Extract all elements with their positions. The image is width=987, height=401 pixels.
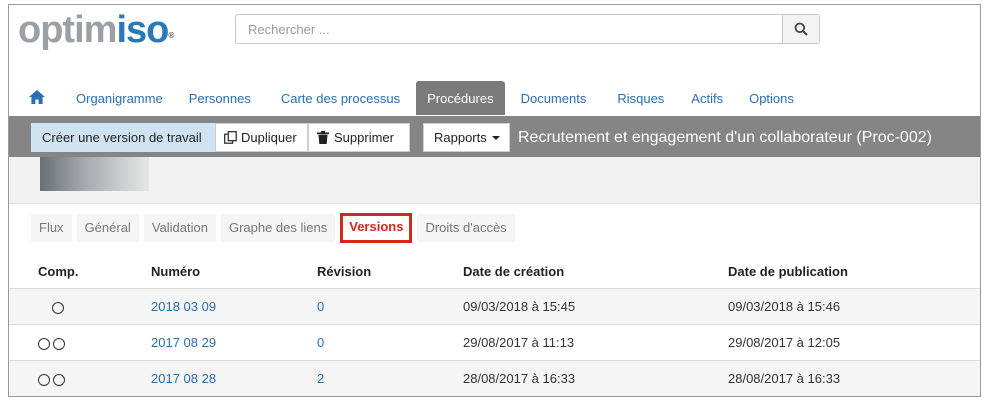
column-header-comp[interactable]: Comp.: [9, 255, 151, 289]
table-row: 2017 08 29 0 29/08/2017 à 11:13 29/08/20…: [9, 324, 980, 361]
nav-procedures[interactable]: Procédures: [416, 81, 505, 115]
compare-radio-to[interactable]: [53, 337, 65, 350]
procedure-image: [40, 157, 149, 191]
tab-graphe-des-liens[interactable]: Graphe des liens: [220, 214, 336, 242]
version-number-link[interactable]: 2018 03 09: [151, 299, 216, 314]
delete-label: Supprimer: [334, 130, 394, 145]
tab-validation[interactable]: Validation: [143, 214, 216, 242]
creation-date: 09/03/2018 à 15:45: [463, 288, 728, 325]
app-frame: optimiso® Organigramme Personnes Carte d…: [8, 4, 981, 397]
version-number-link[interactable]: 2017 08 28: [151, 371, 216, 386]
reports-dropdown[interactable]: Rapports: [423, 123, 510, 152]
nav-options[interactable]: Options: [738, 81, 805, 115]
optimiso-logo[interactable]: optimiso®: [18, 9, 174, 51]
search-icon: [794, 22, 808, 36]
create-work-version-label: Créer une version de travail: [42, 130, 202, 145]
versions-table: Comp. Numéro Révision Date de création D…: [9, 255, 980, 396]
compare-cell: [9, 288, 151, 325]
procedure-tabs: Flux Général Validation Graphe des liens…: [31, 213, 520, 244]
creation-date: 29/08/2017 à 11:13: [463, 324, 728, 361]
compare-cell: [9, 360, 151, 396]
tab-flux[interactable]: Flux: [31, 214, 72, 242]
column-header-numero[interactable]: Numéro: [151, 255, 317, 289]
trash-icon: [317, 131, 329, 144]
column-header-date-publication[interactable]: Date de publication: [728, 255, 980, 289]
procedure-banner: [9, 157, 980, 204]
search-input[interactable]: [236, 15, 782, 43]
tab-versions[interactable]: Versions: [340, 213, 413, 243]
duplicate-label: Dupliquer: [241, 130, 297, 145]
nav-actifs[interactable]: Actifs: [680, 81, 734, 115]
compare-radio-to[interactable]: [53, 373, 65, 386]
revision-link[interactable]: 2: [317, 371, 324, 386]
nav-personnes[interactable]: Personnes: [178, 81, 262, 115]
compare-radio-from[interactable]: [38, 337, 50, 350]
table-row: 2018 03 09 0 09/03/2018 à 15:45 09/03/20…: [9, 288, 980, 325]
logo-registered: ®: [168, 31, 174, 40]
procedure-title: Recrutement et engagement d'un collabora…: [518, 129, 932, 146]
compare-cell: [9, 324, 151, 361]
nav-organigramme[interactable]: Organigramme: [65, 81, 174, 115]
create-work-version-button[interactable]: Créer une version de travail: [31, 123, 215, 152]
duplicate-button[interactable]: Dupliquer: [215, 123, 308, 152]
procedure-toolbar: Créer une version de travail Dupliquer S…: [9, 116, 980, 157]
nav-carte-des-processus[interactable]: Carte des processus: [270, 81, 411, 115]
duplicate-icon: [224, 131, 237, 144]
publication-date: 28/08/2017 à 16:33: [728, 360, 980, 396]
main-nav: Organigramme Personnes Carte des process…: [9, 81, 980, 115]
search-button[interactable]: [782, 15, 819, 43]
tab-general[interactable]: Général: [76, 214, 139, 242]
tab-droits-d-acces[interactable]: Droits d'accès: [417, 214, 515, 242]
logo-text-iso: iso: [116, 9, 169, 51]
creation-date: 28/08/2017 à 16:33: [463, 360, 728, 396]
nav-risques[interactable]: Risques: [606, 81, 675, 115]
table-row: 2017 08 28 2 28/08/2017 à 16:33 28/08/20…: [9, 360, 980, 396]
nav-documents[interactable]: Documents: [510, 81, 598, 115]
compare-radio[interactable]: [52, 301, 64, 314]
delete-button[interactable]: Supprimer: [308, 123, 410, 152]
nav-home[interactable]: [9, 81, 65, 115]
reports-label: Rapports: [434, 130, 487, 145]
search-bar: [235, 14, 820, 44]
version-number-link[interactable]: 2017 08 29: [151, 335, 216, 350]
publication-date: 09/03/2018 à 15:46: [728, 288, 980, 325]
home-icon: [29, 90, 45, 104]
logo-text-optim: optim: [18, 9, 117, 51]
caret-down-icon: [491, 135, 500, 140]
revision-link[interactable]: 0: [317, 335, 324, 350]
publication-date: 29/08/2017 à 12:05: [728, 324, 980, 361]
compare-radio-from[interactable]: [38, 373, 50, 386]
table-header-row: Comp. Numéro Révision Date de création D…: [9, 255, 980, 289]
revision-link[interactable]: 0: [317, 299, 324, 314]
column-header-date-creation[interactable]: Date de création: [463, 255, 728, 289]
column-header-revision[interactable]: Révision: [317, 255, 463, 289]
